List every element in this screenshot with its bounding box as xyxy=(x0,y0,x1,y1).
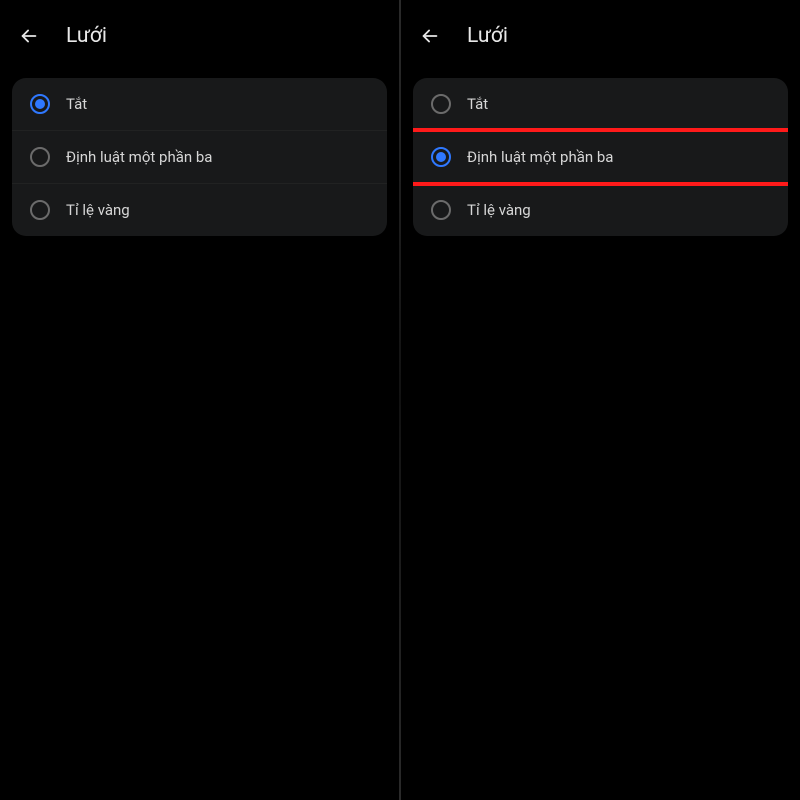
option-label: Tỉ lệ vàng xyxy=(467,201,531,219)
option-label: Tắt xyxy=(467,95,488,113)
pane-right: Lưới Tắt Định luật một phần ba Tỉ lệ vàn… xyxy=(401,0,800,800)
option-list: Tắt Định luật một phần ba Tỉ lệ vàng xyxy=(12,78,387,236)
page-title: Lưới xyxy=(467,24,508,48)
radio-icon xyxy=(30,200,50,220)
arrow-left-icon xyxy=(18,25,40,47)
back-button[interactable] xyxy=(18,25,40,47)
arrow-left-icon xyxy=(419,25,441,47)
option-rule-of-thirds[interactable]: Định luật một phần ba xyxy=(413,131,788,184)
back-button[interactable] xyxy=(419,25,441,47)
radio-icon xyxy=(30,147,50,167)
option-off[interactable]: Tắt xyxy=(413,78,788,131)
option-off[interactable]: Tắt xyxy=(12,78,387,131)
pane-left: Lưới Tắt Định luật một phần ba Tỉ lệ vàn… xyxy=(0,0,399,800)
radio-icon xyxy=(431,94,451,114)
option-golden-ratio[interactable]: Tỉ lệ vàng xyxy=(413,184,788,236)
option-list: Tắt Định luật một phần ba Tỉ lệ vàng xyxy=(413,78,788,236)
radio-icon xyxy=(30,94,50,114)
option-label: Định luật một phần ba xyxy=(66,148,212,166)
option-rule-of-thirds[interactable]: Định luật một phần ba xyxy=(12,131,387,184)
radio-icon xyxy=(431,147,451,167)
option-label: Tắt xyxy=(66,95,87,113)
page-title: Lưới xyxy=(66,24,107,48)
radio-icon xyxy=(431,200,451,220)
option-label: Tỉ lệ vàng xyxy=(66,201,130,219)
header: Lưới xyxy=(0,10,399,78)
option-golden-ratio[interactable]: Tỉ lệ vàng xyxy=(12,184,387,236)
header: Lưới xyxy=(401,10,800,78)
option-label: Định luật một phần ba xyxy=(467,148,613,166)
